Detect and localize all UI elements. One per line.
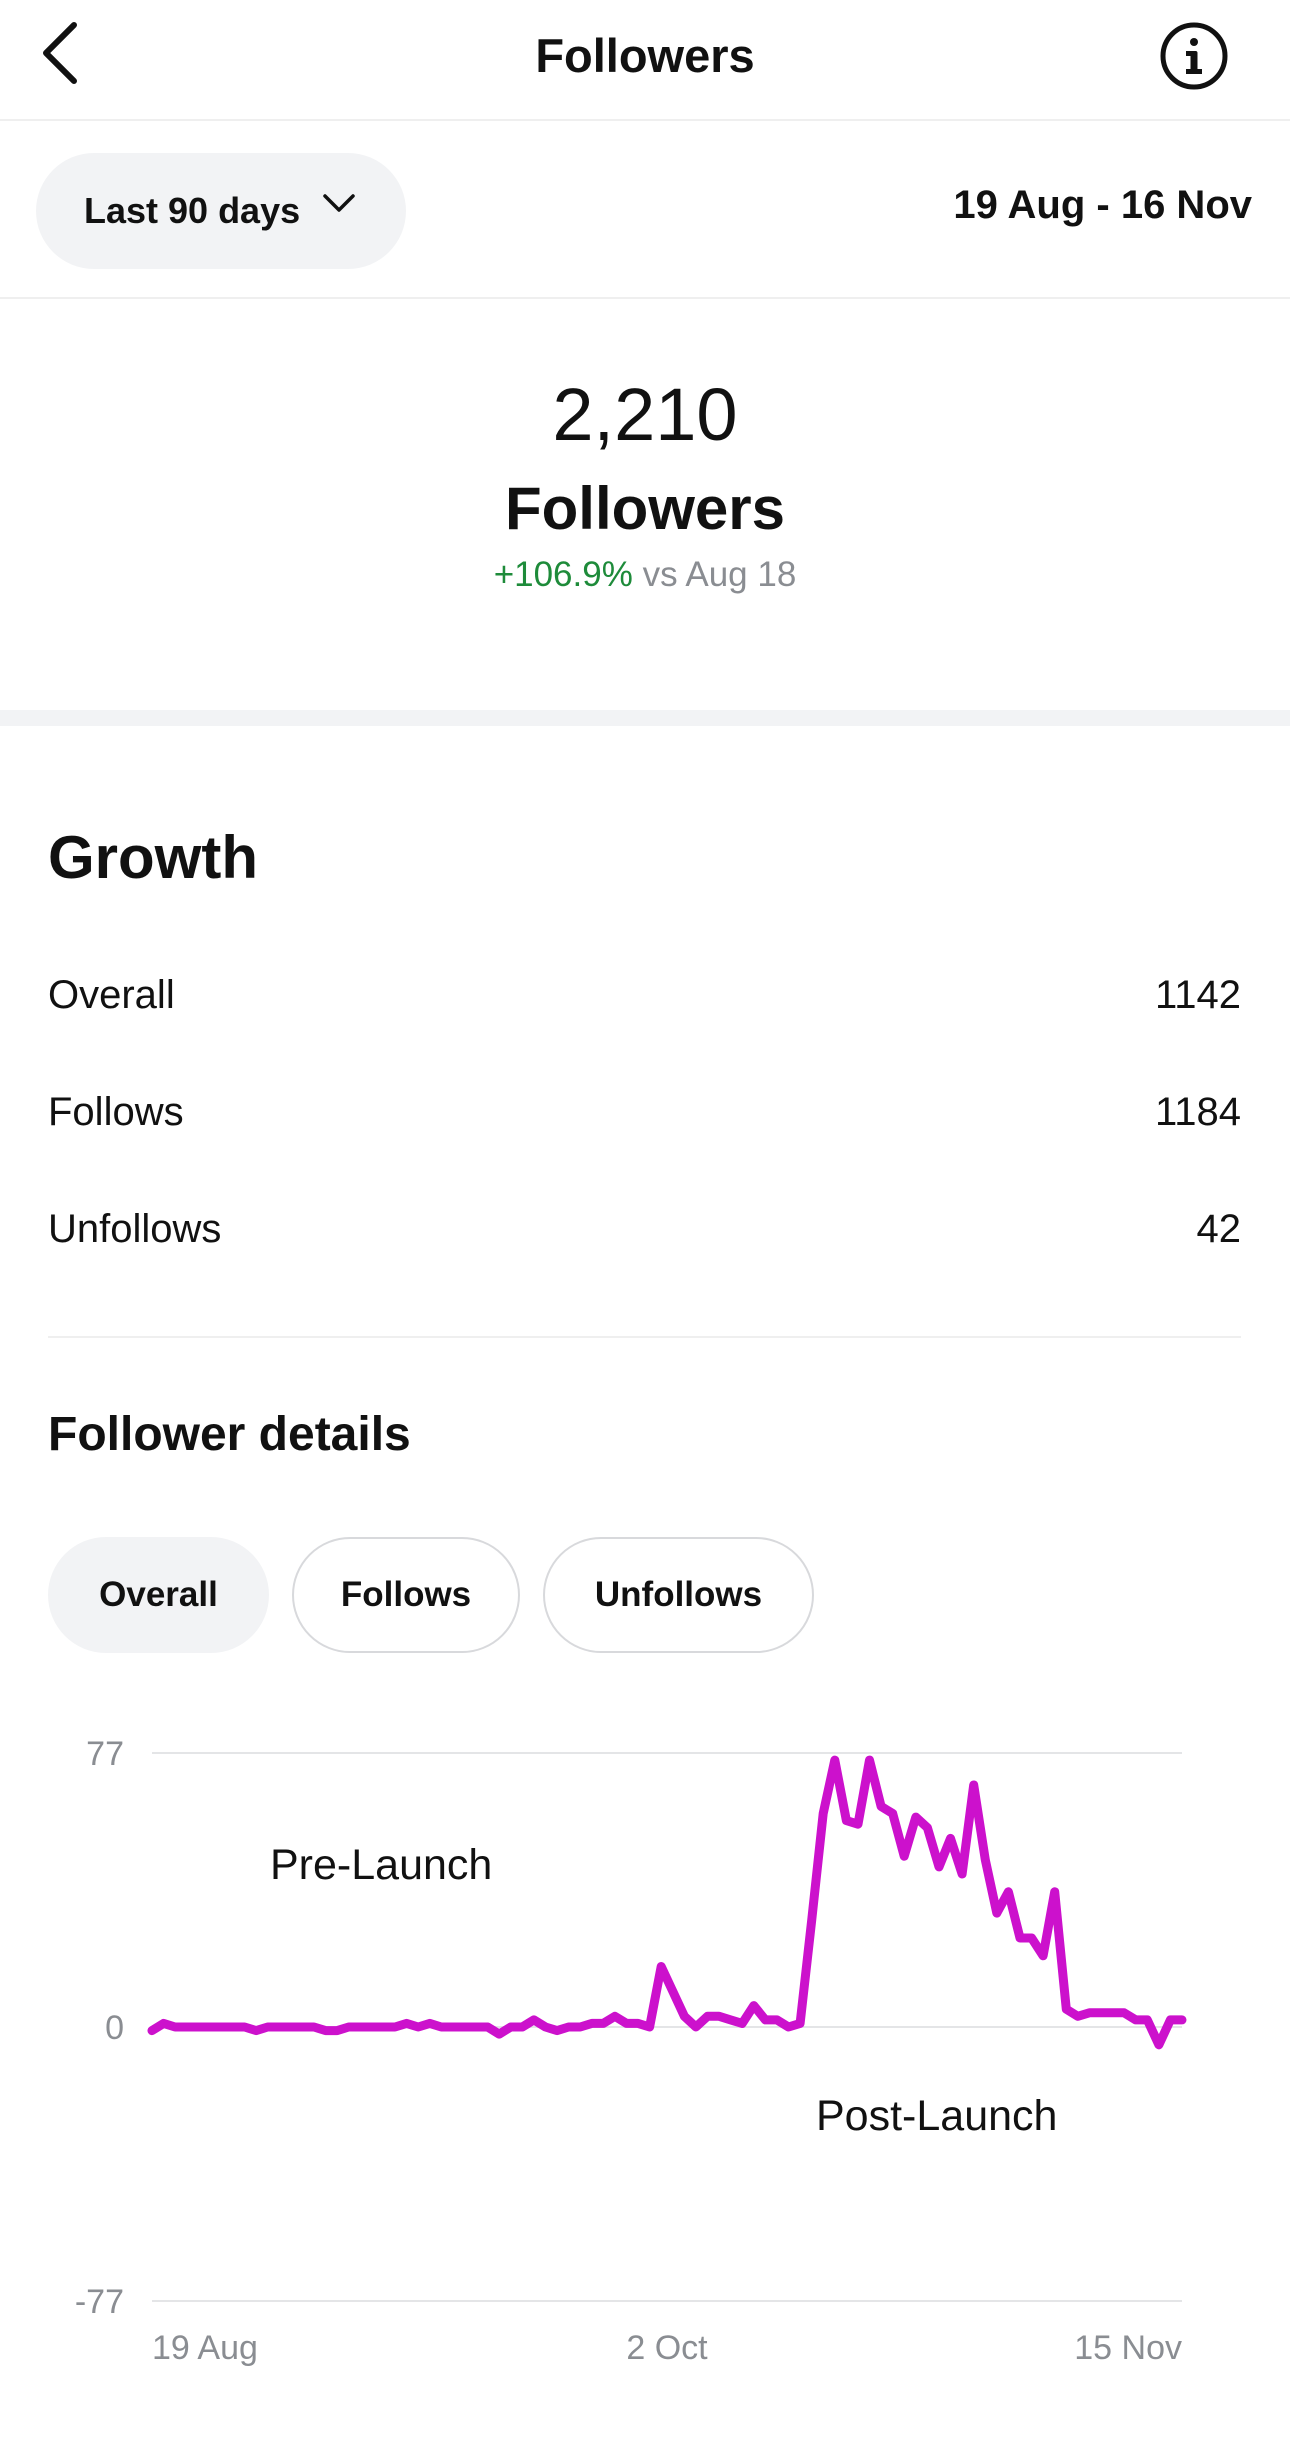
change-percent: +106.9%: [493, 555, 633, 594]
chart-annotation: Pre-Launch: [270, 1841, 492, 1889]
growth-row-label: Follows: [48, 1090, 184, 1134]
y-tick-label: 77: [86, 1735, 124, 1773]
growth-row-label: Overall: [48, 973, 175, 1017]
growth-row-overall: Overall 1142: [48, 973, 1241, 1033]
follower-chart: 77 0 -77 19 Aug 2 Oct 15 Nov Pre-Launch Post-…: [75, 1735, 1187, 2367]
y-tick-label: -77: [75, 2283, 124, 2321]
followers-count: 2,210: [552, 373, 738, 456]
x-tick-label: 2 Oct: [626, 2329, 708, 2367]
chart-annotation: Post-Launch: [816, 2092, 1057, 2140]
date-range-text: 19 Aug - 16 Nov: [953, 183, 1252, 227]
top-bar: Followers: [0, 0, 1290, 121]
series-line: [147, 1755, 1187, 2050]
growth-row-label: Unfollows: [48, 1207, 222, 1251]
followers-summary: 2,210 Followers +106.9% vs Aug 18: [0, 299, 1290, 710]
followers-change: +106.9% vs Aug 18: [0, 555, 1290, 595]
section-divider: [0, 710, 1290, 726]
page-title: Followers: [535, 29, 755, 82]
followers-label: Followers: [504, 475, 786, 542]
growth-row-unfollows: Unfollows 42: [48, 1207, 1241, 1267]
date-range-dropdown[interactable]: Last 90 days: [36, 153, 406, 269]
info-button[interactable]: [1158, 20, 1230, 92]
tab-unfollows[interactable]: Unfollows: [543, 1537, 814, 1653]
growth-title: Growth: [48, 824, 258, 891]
growth-row-follows: Follows 1184: [48, 1090, 1241, 1150]
filter-bar: Last 90 days 19 Aug - 16 Nov: [0, 121, 1290, 299]
divider: [48, 1336, 1241, 1338]
x-tick-label: 15 Nov: [1074, 2329, 1182, 2367]
chevron-down-icon: [323, 194, 355, 212]
follower-details-title: Follower details: [48, 1408, 411, 1461]
growth-row-value: 1142: [1154, 973, 1241, 1017]
tab-follows[interactable]: Follows: [292, 1537, 520, 1653]
growth-row-value: 1184: [1154, 1090, 1241, 1134]
date-range-dropdown-label: Last 90 days: [84, 190, 301, 231]
y-tick-label: 0: [105, 2009, 124, 2047]
info-circle-icon: [1160, 22, 1228, 90]
growth-row-value: 42: [1196, 1207, 1242, 1251]
x-tick-label: 19 Aug: [152, 2329, 258, 2367]
tab-overall[interactable]: Overall: [48, 1537, 269, 1653]
change-reference: vs Aug 18: [642, 555, 797, 594]
